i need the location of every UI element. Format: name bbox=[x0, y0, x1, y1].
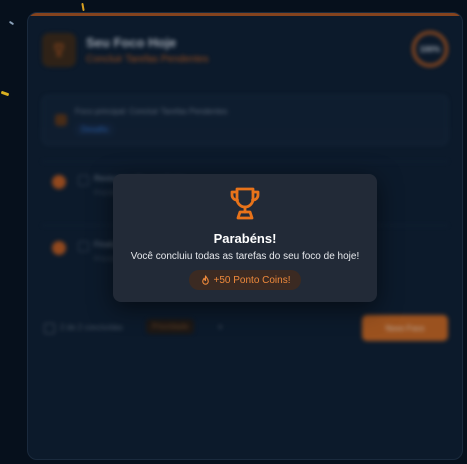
congratulations-dialog: Parabéns! Você concluiu todas as tarefas… bbox=[113, 174, 377, 302]
progress-ring: 100% bbox=[412, 31, 448, 67]
divider bbox=[42, 161, 448, 162]
task-checkbox[interactable] bbox=[78, 175, 89, 186]
header-subtitle: Concluir Tarefas Pendentes bbox=[86, 54, 209, 65]
list-icon bbox=[44, 323, 55, 334]
reward-text: +50 Ponto Coins! bbox=[213, 274, 291, 286]
focus-tag[interactable]: Desafio bbox=[75, 123, 115, 136]
card-footer: 2 de 2 concluídas Prioridade ▾ Novo Foco bbox=[42, 315, 448, 345]
focus-summary: Foco principal: Concluir Tarefas Pendent… bbox=[42, 95, 448, 145]
task-checkbox[interactable] bbox=[78, 241, 89, 252]
dialog-title: Parabéns! bbox=[213, 231, 277, 246]
confetti-piece bbox=[81, 2, 85, 12]
focus-icon bbox=[55, 114, 67, 126]
card-accent-line bbox=[28, 13, 462, 16]
dialog-message: Você concluiu todas as tarefas do seu fo… bbox=[130, 251, 360, 262]
priority-chip[interactable]: Prioridade bbox=[146, 319, 195, 334]
task-status-icon bbox=[52, 241, 66, 255]
confetti-piece bbox=[0, 90, 10, 97]
focus-label: Foco principal: Concluir Tarefas Pendent… bbox=[75, 107, 228, 116]
header-trophy-icon bbox=[42, 33, 76, 67]
new-focus-button[interactable]: Novo Foco bbox=[362, 315, 448, 341]
card-header: Seu Foco Hoje Concluir Tarefas Pendentes… bbox=[42, 31, 448, 73]
completed-count: 2 de 2 concluídas bbox=[60, 323, 123, 332]
trophy-icon bbox=[228, 186, 262, 222]
reward-badge: +50 Ponto Coins! bbox=[189, 270, 301, 290]
task-status-icon bbox=[52, 175, 66, 189]
chevron-down-icon[interactable]: ▾ bbox=[218, 322, 223, 333]
header-title: Seu Foco Hoje bbox=[86, 35, 177, 50]
fire-icon bbox=[200, 274, 211, 286]
confetti-piece bbox=[8, 20, 15, 26]
